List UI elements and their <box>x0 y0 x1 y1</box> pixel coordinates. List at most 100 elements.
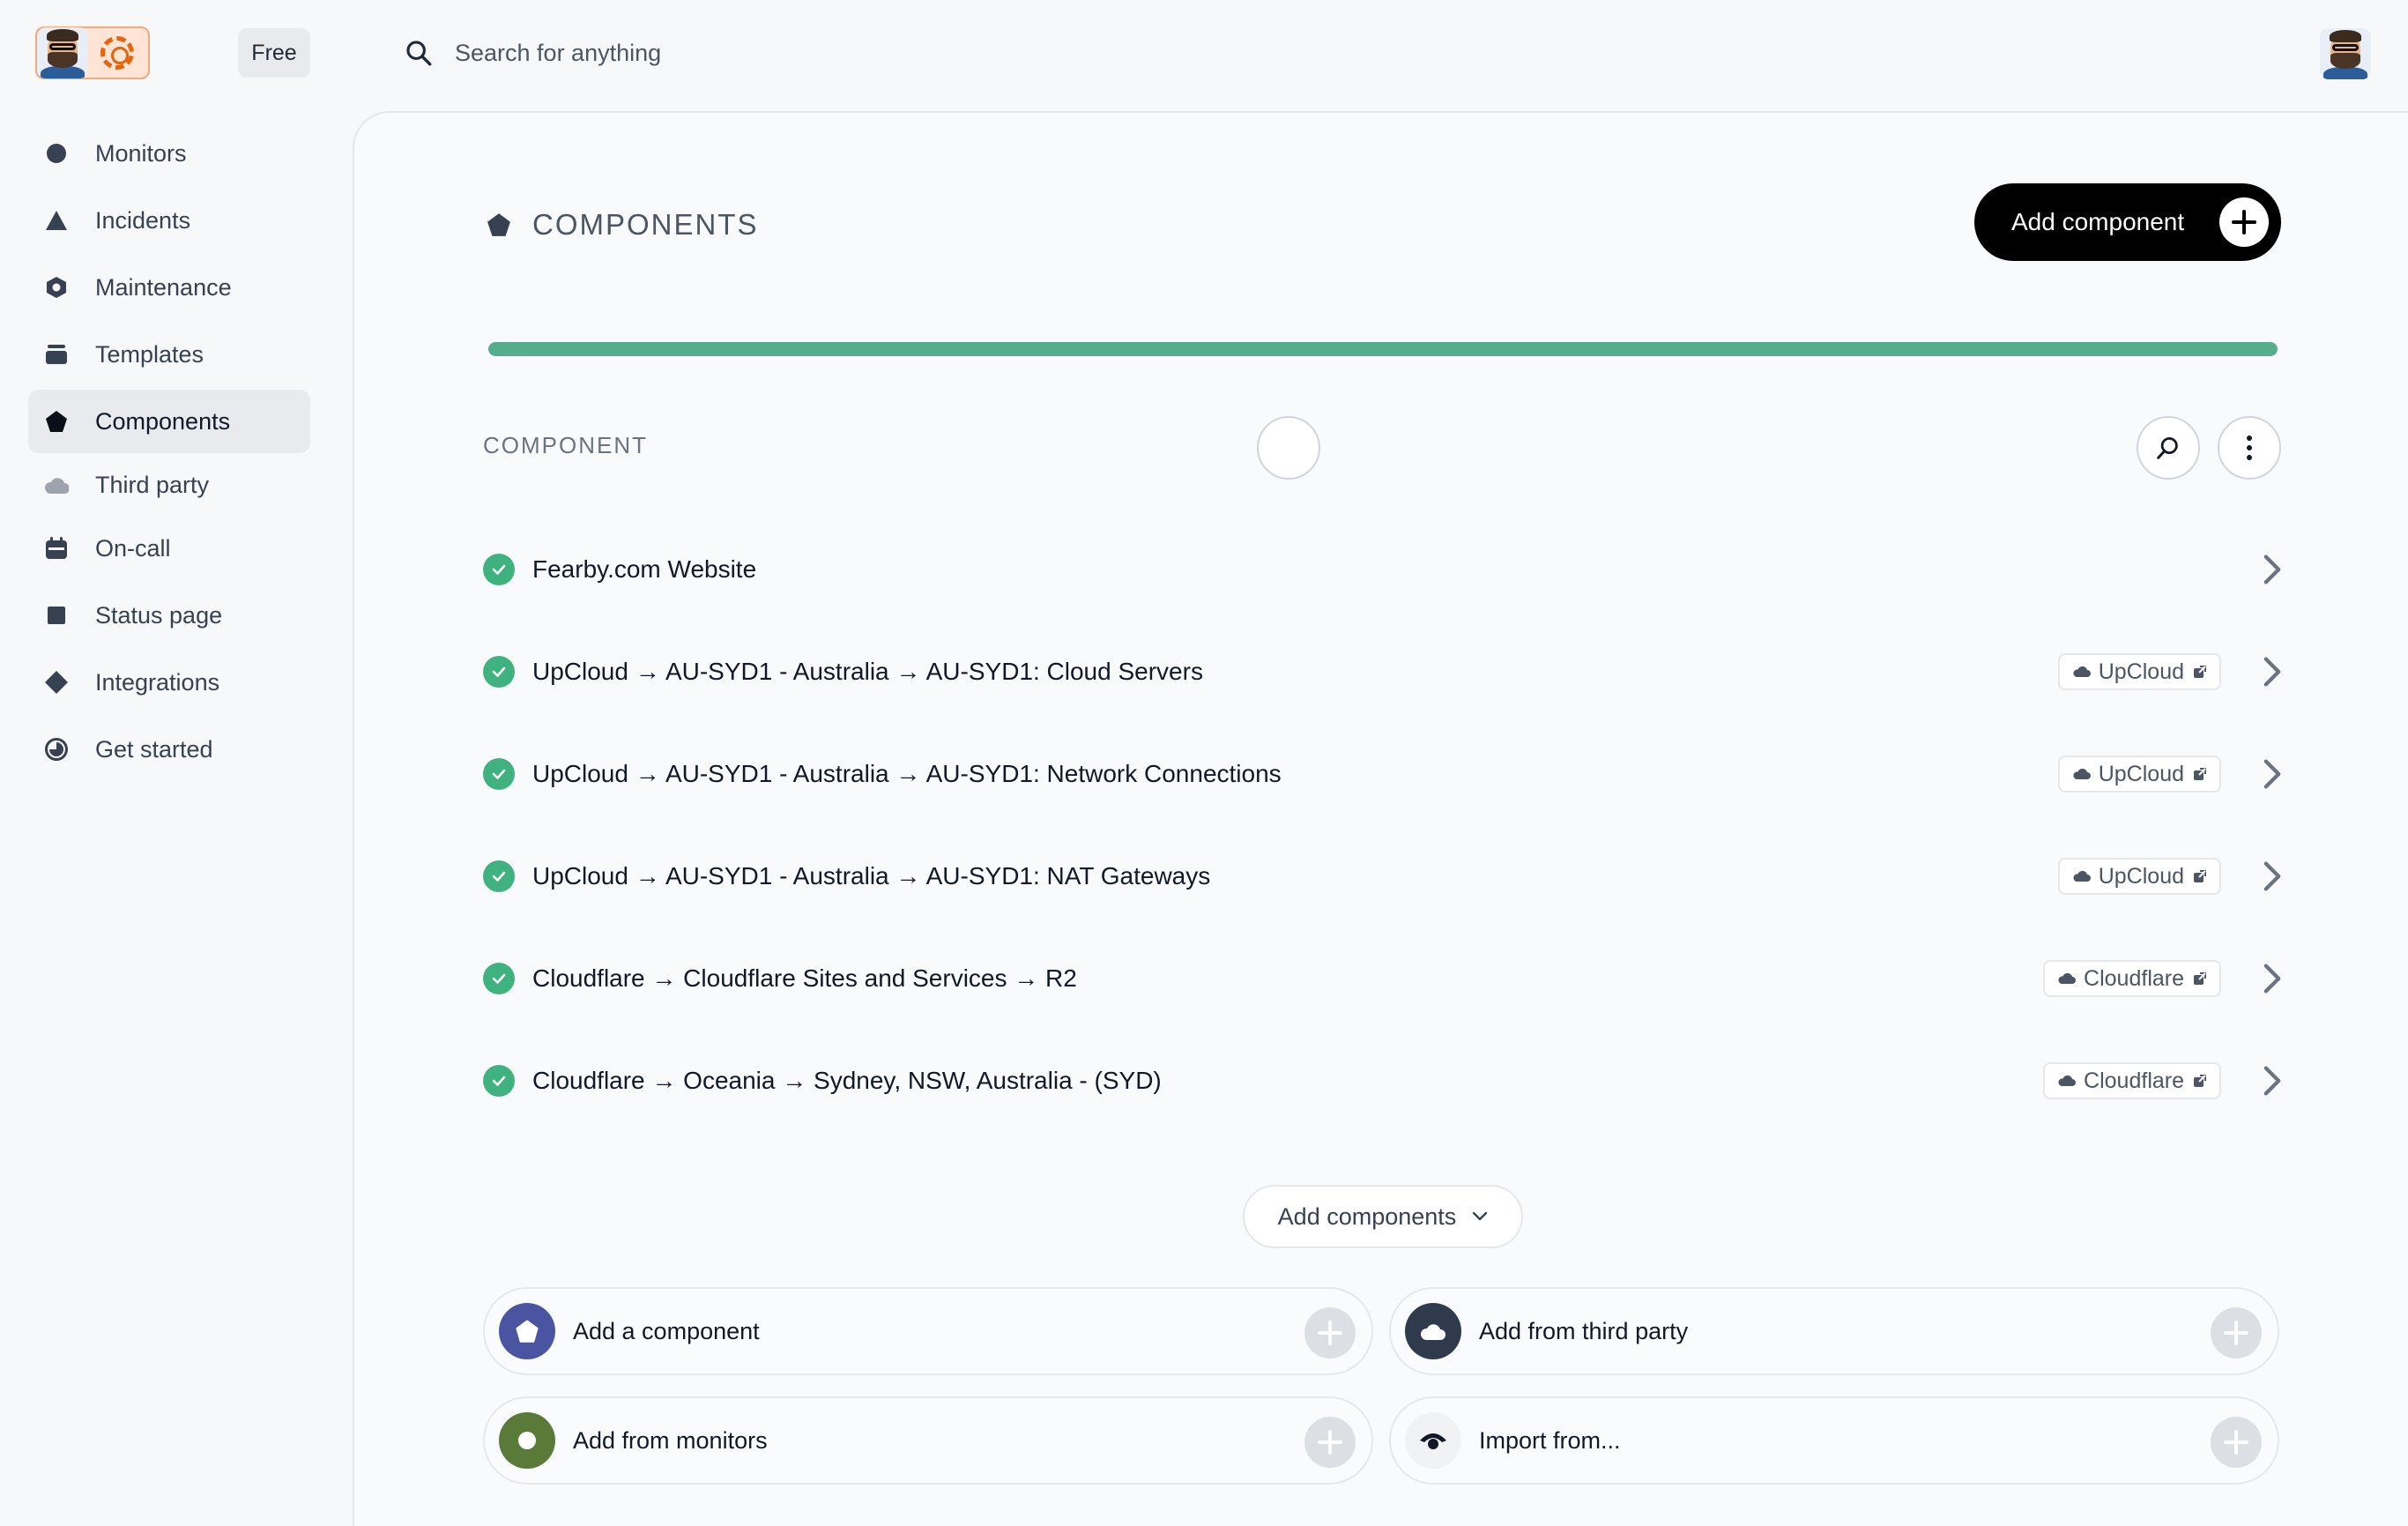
component-name: Fearby.com Website <box>532 555 757 583</box>
search-icon <box>406 41 432 66</box>
pentagon-icon <box>499 1303 555 1359</box>
add-from-third-party-card[interactable]: Add from third party <box>1389 1287 2279 1375</box>
sidebar-item-label: Components <box>95 407 231 435</box>
top-bar: Free <box>0 0 2408 111</box>
dot-icon <box>499 1412 555 1469</box>
add-component-button[interactable]: Add component <box>1974 183 2281 261</box>
component-name: Cloudflare → Cloudflare Sites and Servic… <box>532 964 1077 992</box>
provider-badge-label: Cloudflare <box>2084 965 2184 991</box>
square-icon <box>44 603 69 628</box>
table-row[interactable]: Fearby.com Website <box>483 518 2285 621</box>
sidebar-item-incidents[interactable]: Incidents <box>28 189 310 252</box>
add-a-component-card[interactable]: Add a component <box>483 1287 1373 1375</box>
sidebar-item-on-call[interactable]: On-call <box>28 517 310 580</box>
sidebar-item-third-party[interactable]: Third party <box>28 457 310 513</box>
plus-icon[interactable] <box>2211 1417 2262 1468</box>
chevron-down-icon <box>1473 1211 1488 1221</box>
chevron-right-icon <box>2263 657 2281 687</box>
provider-badge-label: UpCloud <box>2098 659 2184 684</box>
sidebar-item-components[interactable]: Components <box>28 390 310 453</box>
cloud-icon <box>2058 1075 2077 1086</box>
provider-badge[interactable]: UpCloud <box>2057 653 2221 690</box>
add-from-monitors-card[interactable]: Add from monitors <box>483 1396 1373 1485</box>
sidebar-item-label: On-call <box>95 534 171 562</box>
cloud-icon <box>2073 666 2091 677</box>
cloud-icon <box>2073 870 2091 882</box>
table-row[interactable]: UpCloud → AU-SYD1 - Australia → AU-SYD1:… <box>483 621 2285 723</box>
import-icon <box>1405 1412 1461 1469</box>
provider-badge[interactable]: Cloudflare <box>2043 1062 2221 1099</box>
sidebar-item-label: Integrations <box>95 668 220 696</box>
provider-badge[interactable]: Cloudflare <box>2043 960 2221 997</box>
sidebar-item-maintenance[interactable]: Maintenance <box>28 256 310 319</box>
sidebar-item-label: Templates <box>95 340 204 368</box>
more-vertical-icon <box>2247 435 2252 460</box>
sidebar-item-get-started[interactable]: Get started <box>28 718 310 781</box>
external-link-icon <box>2194 666 2206 678</box>
component-name: UpCloud → AU-SYD1 - Australia → AU-SYD1:… <box>532 862 1211 890</box>
cloud-icon <box>44 473 69 497</box>
add-components-dropdown[interactable]: Add components <box>1243 1185 1523 1248</box>
table-row[interactable]: Cloudflare → Oceania → Sydney, NSW, Aust… <box>483 1030 2285 1132</box>
component-name: Cloudflare → Oceania → Sydney, NSW, Aust… <box>532 1067 1162 1094</box>
chevron-right-icon <box>2263 1066 2281 1096</box>
cloud-icon <box>2073 768 2091 779</box>
check-circle-icon <box>483 860 515 892</box>
card-label: Add from third party <box>1479 1317 1689 1344</box>
search-input[interactable] <box>455 39 984 67</box>
table-row[interactable]: UpCloud → AU-SYD1 - Australia → AU-SYD1:… <box>483 723 2285 825</box>
plus-icon[interactable] <box>1304 1307 1356 1359</box>
plan-badge[interactable]: Free <box>238 28 310 78</box>
user-avatar[interactable] <box>2320 28 2371 79</box>
clock-icon <box>44 737 69 762</box>
ring-icon <box>44 275 69 300</box>
calendar-icon <box>44 536 69 561</box>
diamond-icon <box>44 670 69 695</box>
provider-badge-label: UpCloud <box>2098 761 2184 786</box>
sidebar-item-integrations[interactable]: Integrations <box>28 651 310 714</box>
external-link-icon <box>2194 870 2206 882</box>
table-row[interactable]: Cloudflare → Cloudflare Sites and Servic… <box>483 927 2285 1030</box>
sidebar: Monitors Incidents Maintenance Templates… <box>28 122 310 785</box>
sidebar-item-templates[interactable]: Templates <box>28 323 310 386</box>
page-title-text: COMPONENTS <box>532 208 759 241</box>
provider-badge[interactable]: UpCloud <box>2057 756 2221 793</box>
logo-avatar-icon <box>37 27 88 78</box>
circle-icon <box>44 141 69 166</box>
check-circle-icon <box>483 1065 515 1097</box>
triangle-icon <box>44 208 69 233</box>
plus-icon[interactable] <box>2211 1307 2262 1359</box>
external-link-icon <box>2194 1075 2206 1087</box>
provider-badge-label: UpCloud <box>2098 863 2184 889</box>
app-logo[interactable] <box>35 26 150 79</box>
table-row[interactable]: UpCloud → AU-SYD1 - Australia → AU-SYD1:… <box>483 825 2285 927</box>
search-bar[interactable] <box>404 32 1021 74</box>
card-label: Add from monitors <box>573 1426 768 1454</box>
search-components-button[interactable] <box>2137 416 2200 480</box>
cloud-icon <box>2058 972 2077 984</box>
add-component-label: Add component <box>2011 208 2185 235</box>
sidebar-item-label: Get started <box>95 735 213 763</box>
plus-icon <box>2219 197 2269 247</box>
plus-icon[interactable] <box>1304 1417 1356 1468</box>
sidebar-item-label: Maintenance <box>95 273 232 301</box>
card-label: Import from... <box>1479 1426 1621 1454</box>
sidebar-item-status-page[interactable]: Status page <box>28 584 310 647</box>
import-from-card[interactable]: Import from... <box>1389 1396 2279 1485</box>
external-link-icon <box>2194 768 2206 780</box>
provider-badge[interactable]: UpCloud <box>2057 858 2221 895</box>
component-name: UpCloud → AU-SYD1 - Australia → AU-SYD1:… <box>532 760 1282 787</box>
external-link-icon <box>2194 972 2206 985</box>
pentagon-icon <box>487 213 510 236</box>
page-title: COMPONENTS <box>487 208 759 242</box>
provider-badge-label: Cloudflare <box>2084 1068 2184 1093</box>
check-circle-icon <box>483 554 515 585</box>
check-circle-icon <box>483 963 515 994</box>
search-icon <box>2157 437 2178 459</box>
component-name: UpCloud → AU-SYD1 - Australia → AU-SYD1:… <box>532 658 1203 685</box>
chevron-right-icon <box>2263 861 2281 891</box>
more-options-button[interactable] <box>2218 416 2281 480</box>
column-header: COMPONENT <box>483 432 648 458</box>
stack-icon <box>44 342 69 367</box>
sidebar-item-monitors[interactable]: Monitors <box>28 122 310 185</box>
